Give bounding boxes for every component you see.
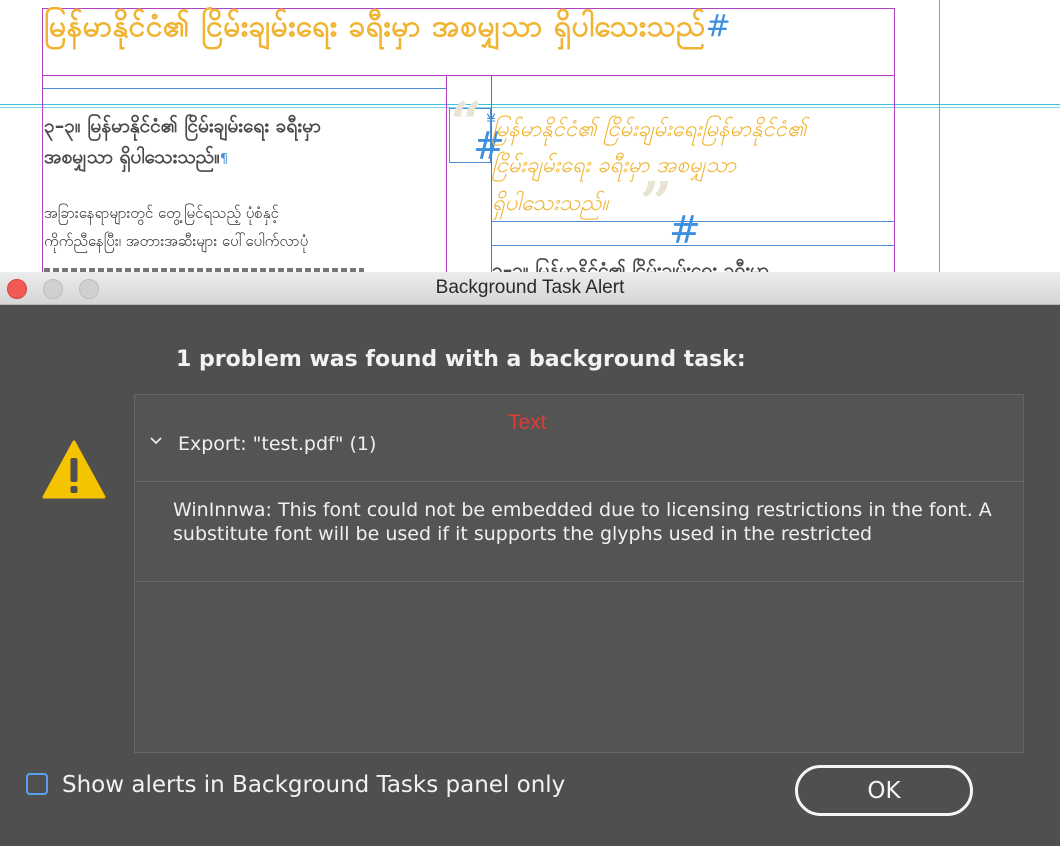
- body-text-line1: အခြားနေရာများတွင် တွေ့မြင်ရသည့် ပုံစံနှင…: [44, 204, 279, 222]
- body-text-line2: ကိုက်ညီနေပြီး၊ အတားအဆီးများ ပေါ်ပေါက်လာပ…: [44, 232, 309, 250]
- section-heading-text: အစမျှသာ ရှိပါသေးသည်။: [44, 146, 220, 168]
- ok-button[interactable]: OK: [795, 765, 973, 816]
- export-task-label[interactable]: Export: "test.pdf" (1): [178, 433, 376, 455]
- document-title: မြန်မာနိုင်ငံ၏ ငြိမ်းချမ်းရေး ခရီးမှာ အစ…: [44, 6, 731, 51]
- problem-list-panel: Text Export: "test.pdf" (1) WinInnwa: Th…: [134, 394, 1024, 753]
- hash-mark: #: [705, 9, 732, 44]
- window-title: Background Task Alert: [435, 277, 625, 298]
- annotation-text: Text: [508, 411, 547, 434]
- problem-message: WinInnwa: This font could not be embedde…: [173, 499, 992, 545]
- pull-quote-line1: မြန်မာနိုင်ငံ၏ ငြိမ်းချမ်းရေးမြန်မာနိုင်…: [492, 117, 807, 142]
- baseline-rule: [43, 88, 446, 89]
- document-canvas[interactable]: မြန်မာနိုင်ငံ၏ ငြိမ်းချမ်းရေး ခရီးမှာ အစ…: [0, 0, 1060, 272]
- document-title-text: မြန်မာနိုင်ငံ၏ ငြိမ်းချမ်းရေး ခရီးမှာ အစ…: [44, 9, 706, 44]
- pull-quote-line2: ငြိမ်းချမ်းရေး ခရီးမှာ အစမျှသာ: [492, 153, 737, 178]
- section-heading-line1: ၃–၃။ မြန်မာနိုင်ငံ၏ ငြိမ်းချမ်းရေး ခရီးမ…: [44, 115, 321, 137]
- divider: [135, 581, 1023, 582]
- pull-quote-line3: ရှိပါသေးသည်။: [492, 191, 609, 216]
- right-section-heading: ၃–၃။ မြန်မာနိုင်ငံ၏ ငြိမ်းချမ်းရေး ခရီးမ…: [492, 259, 769, 272]
- show-alerts-checkbox-label[interactable]: Show alerts in Background Tasks panel on…: [62, 772, 565, 798]
- hash-mark-large: #: [669, 208, 701, 252]
- pilcrow-mark: ¶: [219, 152, 229, 167]
- section-heading-line2: အစမျှသာ ရှိပါသေးသည်။¶: [44, 145, 228, 173]
- divider: [135, 481, 1023, 482]
- guide-vertical: [939, 0, 940, 272]
- problem-headline: 1 problem was found with a background ta…: [176, 347, 746, 372]
- window-titlebar[interactable]: Background Task Alert: [0, 272, 1060, 305]
- warning-icon: [42, 440, 106, 499]
- chevron-down-icon[interactable]: [149, 433, 163, 447]
- background-task-alert-dialog: Background Task Alert 1 problem was foun…: [0, 272, 1060, 846]
- body-text-line3-clipped: [44, 262, 364, 272]
- checkbox-icon[interactable]: [26, 773, 48, 795]
